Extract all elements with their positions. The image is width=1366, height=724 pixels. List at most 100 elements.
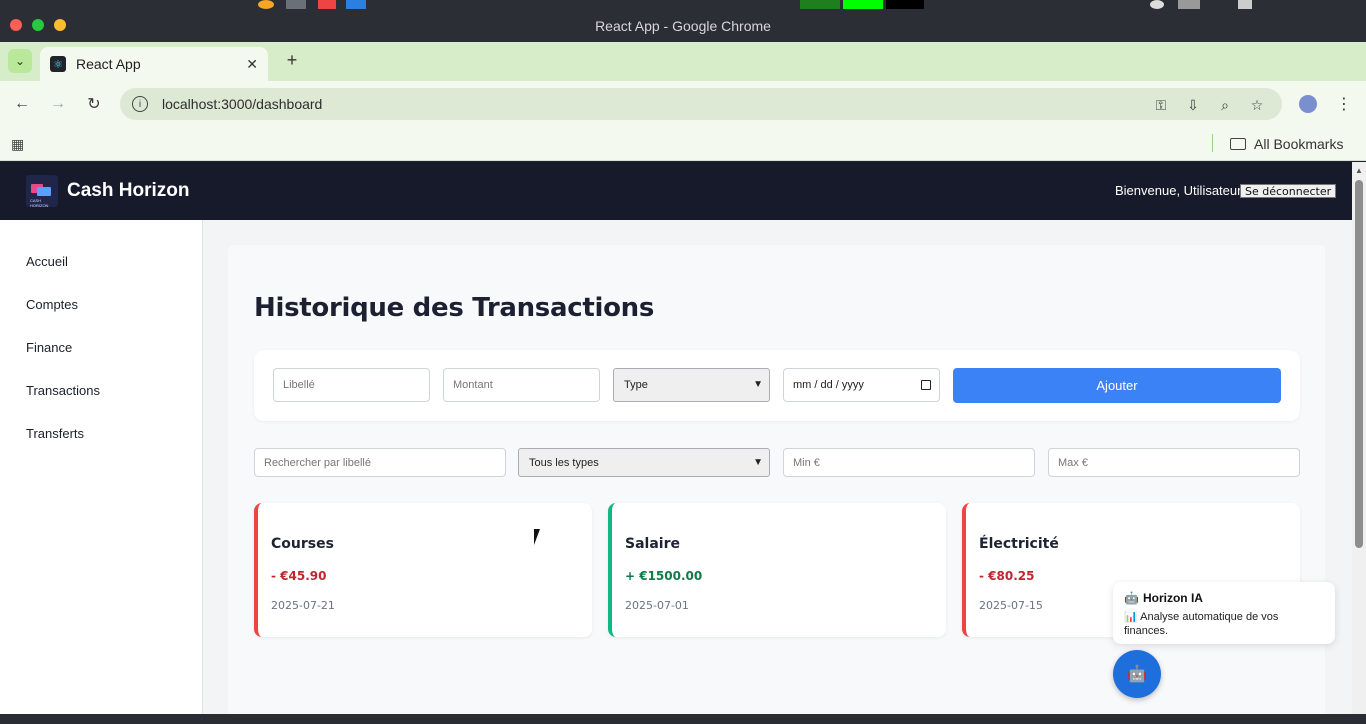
type-filter-value: Tous les types xyxy=(529,456,599,469)
sidebar: Accueil Comptes Finance Transactions Tra… xyxy=(0,220,203,714)
transaction-date: 2025-07-21 xyxy=(271,599,335,612)
logo-text: CASH HORIZON xyxy=(30,198,49,207)
bookmarks-divider xyxy=(1212,134,1213,152)
minimize-window-button[interactable] xyxy=(54,19,66,31)
back-button[interactable]: ← xyxy=(11,93,33,115)
add-button[interactable]: Ajouter xyxy=(953,368,1281,403)
os-indicator xyxy=(1238,0,1252,9)
transaction-title: Électricité xyxy=(979,536,1059,552)
type-filter-select[interactable]: Tous les types ▼ xyxy=(518,448,770,477)
mouse-cursor xyxy=(534,529,546,545)
reload-icon: ↻ xyxy=(87,96,101,113)
transaction-date: 2025-07-15 xyxy=(979,599,1043,612)
bookmarks-bar: ▦ All Bookmarks xyxy=(0,127,1366,161)
all-bookmarks-button[interactable]: All Bookmarks xyxy=(1230,132,1343,156)
maximize-window-button[interactable] xyxy=(32,19,44,31)
chevron-down-icon: ▼ xyxy=(753,457,763,468)
label-input[interactable]: Libellé xyxy=(273,368,430,402)
scroll-up-icon[interactable]: ▲ xyxy=(1355,166,1363,175)
tab-title: React App xyxy=(76,56,141,72)
install-icon[interactable]: ⇩ xyxy=(1184,96,1202,114)
transaction-card[interactable]: Salaire + €1500.00 2025-07-01 xyxy=(608,503,946,637)
assistant-toggle-button[interactable]: 🤖 xyxy=(1113,650,1161,698)
sidebar-item-comptes[interactable]: Comptes xyxy=(26,297,78,312)
page-title: Historique des Transactions xyxy=(254,293,655,323)
close-window-button[interactable] xyxy=(10,19,22,31)
key-icon[interactable]: ⚿ xyxy=(1152,96,1170,114)
sidebar-item-accueil[interactable]: Accueil xyxy=(26,254,68,269)
transaction-date: 2025-07-01 xyxy=(625,599,689,612)
os-indicator xyxy=(1150,0,1164,9)
browser-toolbar: ← → ↻ i localhost:3000/dashboard ⚿ ⇩ ⌕ ☆… xyxy=(0,81,1366,127)
os-indicator xyxy=(346,0,366,9)
type-select-value: Type xyxy=(624,379,648,391)
calendar-icon[interactable] xyxy=(921,380,931,390)
assistant-message: 📊 Analyse automatique de vos finances. xyxy=(1124,610,1324,638)
transaction-amount: - €45.90 xyxy=(271,569,327,583)
avatar xyxy=(1299,95,1317,113)
new-tab-button[interactable]: + xyxy=(282,50,302,70)
tab-strip: ⌄ ⚛ React App ✕ + xyxy=(0,42,1366,81)
min-amount-input[interactable]: Min € xyxy=(783,448,1035,477)
chevron-down-icon: ▼ xyxy=(753,379,763,390)
web-page: CASH HORIZON Cash Horizon Bienvenue, Uti… xyxy=(0,162,1352,714)
search-input[interactable]: Rechercher par libellé xyxy=(254,448,506,477)
apps-grid-icon[interactable]: ▦ xyxy=(11,136,24,153)
assistant-title-text: Horizon IA xyxy=(1142,591,1203,605)
app-logo[interactable]: CASH HORIZON xyxy=(26,175,58,207)
assistant-title: 🤖 Horizon IA xyxy=(1124,591,1203,605)
logout-button[interactable]: Se déconnecter xyxy=(1240,184,1337,198)
zoom-icon[interactable]: ⌕ xyxy=(1216,96,1234,114)
os-indicator xyxy=(800,0,840,9)
robot-icon: 🤖 xyxy=(1127,666,1147,683)
address-bar[interactable]: i localhost:3000/dashboard ⚿ ⇩ ⌕ ☆ xyxy=(120,88,1282,120)
date-input[interactable]: mm / dd / yyyy xyxy=(783,368,940,402)
brand-name: Cash Horizon xyxy=(67,180,190,201)
robot-icon: 🤖 xyxy=(1124,591,1139,605)
assistant-popup: 🤖 Horizon IA 📊 Analyse automatique de vo… xyxy=(1113,582,1335,644)
star-icon[interactable]: ☆ xyxy=(1248,96,1266,114)
os-indicator xyxy=(286,0,306,9)
amount-input[interactable]: Montant xyxy=(443,368,600,402)
os-indicator xyxy=(1178,0,1200,9)
bar-chart-icon: 📊 xyxy=(1124,611,1138,623)
max-amount-input[interactable]: Max € xyxy=(1048,448,1300,477)
os-indicator xyxy=(318,0,336,9)
window-titlebar: React App - Google Chrome xyxy=(0,10,1366,42)
all-bookmarks-label: All Bookmarks xyxy=(1254,136,1344,152)
tab-search-button[interactable]: ⌄ xyxy=(8,49,32,73)
os-indicator xyxy=(258,0,274,9)
transaction-amount: + €1500.00 xyxy=(625,569,703,583)
info-icon[interactable]: i xyxy=(132,96,148,112)
logo-card-shape xyxy=(37,187,51,196)
transaction-card[interactable]: Courses - €45.90 2025-07-21 xyxy=(254,503,592,637)
browser-menu-button[interactable]: ⋮ xyxy=(1333,93,1355,115)
sidebar-item-transactions[interactable]: Transactions xyxy=(26,383,100,398)
arrow-left-icon: ← xyxy=(14,95,30,112)
react-favicon-icon: ⚛ xyxy=(50,56,66,72)
transaction-title: Courses xyxy=(271,536,334,552)
url-text: localhost:3000/dashboard xyxy=(162,96,323,112)
sidebar-item-transferts[interactable]: Transferts xyxy=(26,426,84,441)
window-controls xyxy=(10,19,66,31)
arrow-right-icon: → xyxy=(50,95,66,112)
transaction-amount: - €80.25 xyxy=(979,569,1035,583)
date-placeholder: mm / dd / yyyy xyxy=(793,379,864,391)
window-title: React App - Google Chrome xyxy=(595,18,771,34)
os-taskbar xyxy=(0,714,1366,724)
page-scrollbar[interactable]: ▲ xyxy=(1352,162,1366,714)
chevron-down-icon: ⌄ xyxy=(14,54,26,68)
browser-tab[interactable]: ⚛ React App ✕ xyxy=(40,47,268,81)
close-tab-icon[interactable]: ✕ xyxy=(246,56,258,73)
os-indicator xyxy=(886,0,924,9)
welcome-text: Bienvenue, Utilisateur xyxy=(1115,183,1242,198)
forward-button[interactable]: → xyxy=(47,93,69,115)
transaction-title: Salaire xyxy=(625,536,680,552)
assistant-message-text: Analyse automatique de vos finances. xyxy=(1124,611,1279,637)
reload-button[interactable]: ↻ xyxy=(83,93,105,115)
type-select[interactable]: Type ▼ xyxy=(613,368,770,402)
profile-avatar[interactable] xyxy=(1297,93,1319,115)
scrollbar-thumb[interactable] xyxy=(1355,180,1363,548)
app-header: CASH HORIZON Cash Horizon Bienvenue, Uti… xyxy=(0,162,1352,220)
sidebar-item-finance[interactable]: Finance xyxy=(26,340,72,355)
